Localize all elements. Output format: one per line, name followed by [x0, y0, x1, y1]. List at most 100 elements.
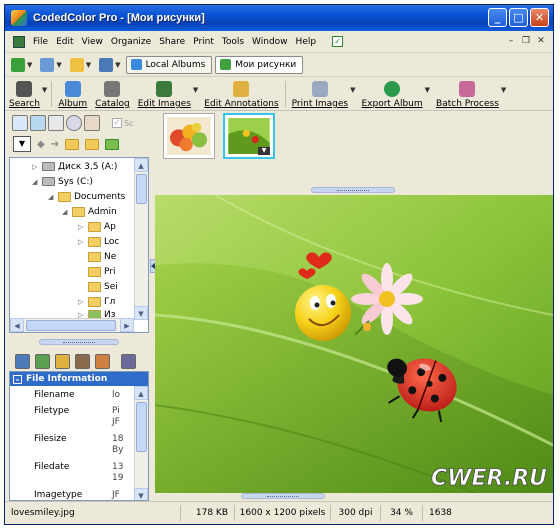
checkbox-icon[interactable]: ✓: [332, 36, 344, 47]
minimize-button[interactable]: _: [488, 8, 507, 27]
thumbnail-ladybug[interactable]: ▼: [223, 113, 275, 159]
tree-item[interactable]: ▷ Loc: [78, 235, 119, 248]
scroll-up-icon[interactable]: ▲: [134, 158, 148, 172]
search-button[interactable]: Search: [9, 81, 40, 109]
title-bar[interactable]: CodedColor Pro - [Мои рисунки] _ □ ✕: [5, 5, 553, 31]
strip-splitter[interactable]: [311, 187, 395, 193]
menu-window[interactable]: Window: [248, 37, 292, 47]
print-images-button[interactable]: Print Images: [292, 81, 348, 109]
back-arrow-icon[interactable]: ◆: [37, 139, 45, 150]
edit-images-button[interactable]: Edit Images: [138, 81, 191, 109]
expand-icon[interactable]: ▷: [78, 238, 85, 246]
file-info-header[interactable]: – File Information: [10, 372, 148, 386]
scroll-down-icon[interactable]: ▼: [134, 306, 148, 320]
history-dropdown[interactable]: ▼: [13, 136, 31, 152]
thumbnail-menu-icon[interactable]: ▼: [258, 147, 270, 155]
collapse-icon[interactable]: ◢: [48, 193, 55, 201]
forward-arrow-icon[interactable]: ➔: [51, 139, 59, 150]
chevron-down-icon[interactable]: ▼: [42, 86, 47, 94]
tab-local-albums[interactable]: Local Albums: [125, 55, 213, 74]
collapse-icon[interactable]: –: [13, 374, 22, 384]
catalog-button[interactable]: Catalog: [95, 81, 130, 109]
chevron-down-icon[interactable]: ▼: [27, 61, 32, 69]
info-tab-icon[interactable]: [15, 353, 30, 369]
album-button[interactable]: Album: [58, 81, 87, 109]
new-folder-icon[interactable]: [85, 138, 100, 150]
tree-item[interactable]: ▷ Гл: [78, 295, 115, 308]
chevron-down-icon[interactable]: ▼: [425, 86, 430, 94]
mdi-close-button[interactable]: ✕: [535, 35, 547, 47]
calendar-tab-icon[interactable]: [84, 115, 100, 131]
tree-item[interactable]: Ne: [78, 250, 116, 263]
thumbnail-fruits[interactable]: [163, 113, 215, 159]
menu-tools[interactable]: Tools: [218, 37, 248, 47]
expand-icon[interactable]: ▷: [78, 298, 85, 306]
scroll-thumb[interactable]: [136, 174, 147, 204]
scroll-down-icon[interactable]: ▼: [134, 488, 148, 500]
scroll-right-icon[interactable]: ▶: [120, 318, 134, 332]
panel-splitter[interactable]: [39, 339, 119, 345]
vertical-scrollbar[interactable]: ▲ ▼: [134, 158, 148, 320]
tree-item[interactable]: ◢ Sys (C:): [32, 175, 93, 188]
chevron-down-icon[interactable]: ▼: [115, 61, 120, 69]
sort-icon[interactable]: [40, 57, 55, 72]
scroll-up-icon[interactable]: ▲: [134, 386, 148, 400]
open-folder-icon[interactable]: [69, 57, 84, 72]
chevron-down-icon[interactable]: ▼: [501, 86, 506, 94]
horizontal-scrollbar[interactable]: ◀ ▶: [10, 318, 134, 332]
vertical-scrollbar[interactable]: ▲ ▼: [134, 386, 148, 500]
menu-edit[interactable]: Edit: [52, 37, 77, 47]
close-button[interactable]: ✕: [530, 8, 549, 27]
tree-item[interactable]: ◢ Admin: [62, 205, 117, 218]
expand-icon[interactable]: ▷: [78, 223, 85, 231]
mdi-restore-button[interactable]: ❐: [520, 35, 532, 47]
document-icon[interactable]: [13, 35, 25, 48]
catalog-label: Catalog: [95, 99, 130, 109]
collapse-icon[interactable]: ◢: [62, 208, 69, 216]
edit-tab-icon[interactable]: [35, 353, 50, 369]
tree-item[interactable]: Sei: [78, 280, 118, 293]
scroll-thumb[interactable]: [26, 320, 116, 331]
tree-item[interactable]: ▷ Диск 3,5 (A:): [32, 160, 117, 173]
tree-item-label: Ne: [104, 251, 117, 262]
expand-icon[interactable]: ▷: [32, 163, 39, 171]
tree-item-label: Ap: [104, 221, 116, 232]
menu-print[interactable]: Print: [189, 37, 218, 47]
scroll-thumb[interactable]: [136, 402, 147, 452]
settings-tab-icon[interactable]: [121, 353, 136, 369]
chevron-down-icon[interactable]: ▼: [56, 61, 61, 69]
chevron-down-icon[interactable]: ▼: [86, 61, 91, 69]
menu-share[interactable]: Share: [155, 37, 189, 47]
tree-item[interactable]: ▷ Ap: [78, 220, 116, 233]
tree-item[interactable]: Pri: [78, 265, 115, 278]
chevron-down-icon[interactable]: ▼: [350, 86, 355, 94]
subfolders-checkbox[interactable]: ✓ Sc: [112, 118, 133, 128]
folders-tab-icon[interactable]: [12, 115, 28, 131]
folder-up-icon[interactable]: [65, 138, 80, 150]
new-album-icon[interactable]: [11, 57, 25, 72]
edit-annotations-button[interactable]: Edit Annotations: [204, 81, 279, 109]
tree-tab-icon[interactable]: [30, 115, 46, 131]
menu-view[interactable]: View: [78, 37, 107, 47]
viewer-splitter[interactable]: [241, 493, 325, 499]
tools-tab-icon[interactable]: [95, 353, 110, 369]
collapse-icon[interactable]: ◢: [32, 178, 39, 186]
maximize-button[interactable]: □: [509, 8, 528, 27]
search-tab-icon[interactable]: [48, 115, 64, 131]
clock-tab-icon[interactable]: [66, 115, 82, 131]
annotate-tab-icon[interactable]: [55, 353, 70, 369]
monitor-icon[interactable]: [99, 57, 114, 72]
menu-file[interactable]: File: [29, 37, 52, 47]
image-viewer[interactable]: CWER.RU: [155, 195, 553, 493]
menu-help[interactable]: Help: [292, 37, 321, 47]
chevron-down-icon[interactable]: ▼: [193, 86, 198, 94]
mdi-minimize-button[interactable]: –: [505, 35, 517, 47]
gallery-tab-icon[interactable]: [75, 353, 90, 369]
batch-process-button[interactable]: Batch Process: [436, 81, 499, 109]
refresh-folder-icon[interactable]: [105, 138, 120, 150]
scroll-left-icon[interactable]: ◀: [10, 318, 24, 332]
export-album-button[interactable]: Export Album: [361, 81, 423, 109]
menu-organize[interactable]: Organize: [107, 37, 155, 47]
tab-my-pictures[interactable]: Мои рисунки: [215, 55, 304, 74]
tree-item[interactable]: ◢ Documents: [48, 190, 125, 203]
